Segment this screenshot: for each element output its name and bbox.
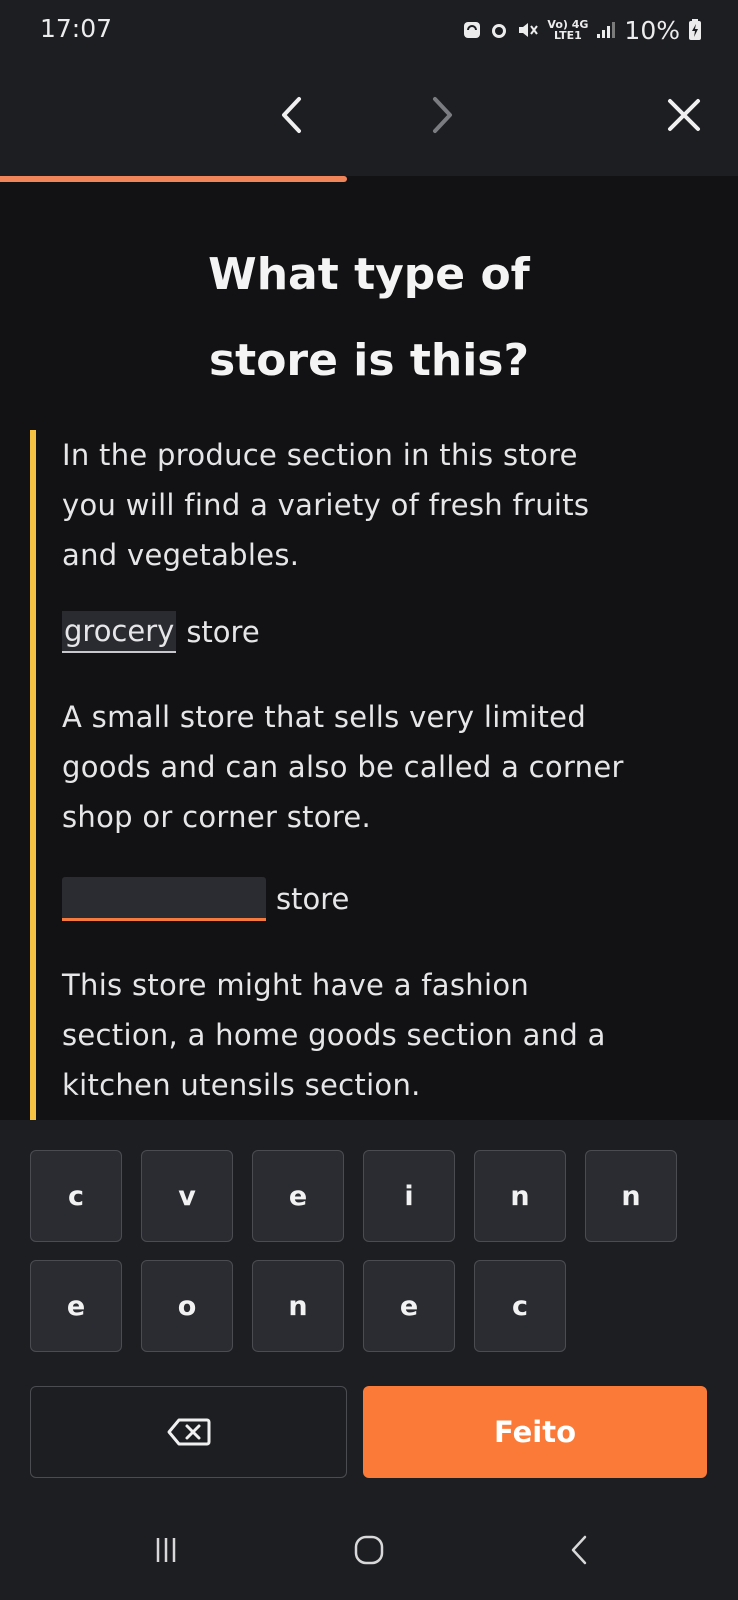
- home-icon: [354, 1535, 384, 1565]
- letter-key[interactable]: c: [474, 1260, 566, 1352]
- question-title: What type of store is this?: [0, 232, 738, 404]
- network-label: Vo) 4G LTE1: [547, 19, 588, 41]
- chevron-left-icon: [282, 97, 301, 133]
- alarm-icon: [489, 20, 509, 40]
- description-line: In the produce section in this store: [62, 438, 578, 472]
- progress-fill: [0, 176, 347, 182]
- letter-key[interactable]: e: [252, 1150, 344, 1242]
- description-line: goods and can also be called a corner: [62, 750, 624, 784]
- signal-icon: [596, 21, 616, 39]
- item-description: A small store that sells very limited go…: [62, 692, 702, 842]
- blank-answer-field[interactable]: [62, 877, 266, 921]
- letter-key[interactable]: n: [474, 1150, 566, 1242]
- filled-answer[interactable]: grocery: [62, 611, 177, 653]
- answer-suffix: store: [276, 882, 350, 916]
- letter-key[interactable]: o: [141, 1260, 233, 1352]
- mute-icon: [517, 20, 539, 40]
- battery-charging-icon: [688, 19, 702, 41]
- app-root: 17:07 Vo) 4G LTE1 10% What type of store…: [0, 0, 738, 1600]
- next-button[interactable]: [418, 90, 468, 140]
- answer-suffix: store: [186, 615, 260, 649]
- description-line: A small store that sells very limited: [62, 700, 587, 734]
- close-icon: [668, 99, 700, 131]
- letter-key[interactable]: e: [30, 1260, 122, 1352]
- status-bar: 17:07 Vo) 4G LTE1 10%: [0, 0, 738, 60]
- battery-text: 10%: [624, 15, 680, 45]
- question-title-line: What type of: [208, 249, 530, 300]
- home-button[interactable]: [339, 1520, 399, 1580]
- description-line: section, a home goods section and a: [62, 1018, 606, 1052]
- letter-key[interactable]: n: [252, 1260, 344, 1352]
- answer-row: store: [62, 874, 349, 924]
- description-line: This store might have a fashion: [62, 968, 530, 1002]
- item-description: In the produce section in this store you…: [62, 430, 702, 580]
- exercise-content: In the produce section in this store you…: [30, 430, 738, 1120]
- sync-icon: [463, 21, 481, 39]
- description-line: kitchen utensils section.: [62, 1068, 421, 1102]
- chevron-right-icon: [433, 97, 452, 133]
- lesson-nav-bar: [0, 70, 738, 160]
- letter-key[interactable]: c: [30, 1150, 122, 1242]
- letter-key[interactable]: e: [363, 1260, 455, 1352]
- letter-key[interactable]: i: [363, 1150, 455, 1242]
- description-line: you will find a variety of fresh fruits: [62, 488, 590, 522]
- recent-apps-icon: [156, 1538, 176, 1562]
- close-button[interactable]: [659, 90, 709, 140]
- back-icon: [571, 1535, 587, 1565]
- previous-button[interactable]: [266, 90, 316, 140]
- system-nav-bar: [0, 1500, 738, 1600]
- back-button[interactable]: [549, 1520, 609, 1580]
- question-title-line: store is this?: [208, 335, 530, 386]
- backspace-icon: [167, 1418, 210, 1446]
- done-button[interactable]: Feito: [363, 1386, 707, 1478]
- answer-row: grocery store: [62, 607, 260, 657]
- description-line: and vegetables.: [62, 538, 300, 572]
- letter-key[interactable]: v: [141, 1150, 233, 1242]
- status-icons: Vo) 4G LTE1 10%: [463, 14, 702, 46]
- delete-button[interactable]: [30, 1386, 347, 1478]
- highlight-bar: [30, 430, 36, 1120]
- network-sim: LTE1: [553, 29, 582, 42]
- recent-apps-button[interactable]: [136, 1520, 196, 1580]
- item-description: This store might have a fashion section,…: [62, 960, 702, 1110]
- description-line: shop or corner store.: [62, 800, 372, 834]
- letter-key[interactable]: n: [585, 1150, 677, 1242]
- status-time: 17:07: [40, 14, 113, 43]
